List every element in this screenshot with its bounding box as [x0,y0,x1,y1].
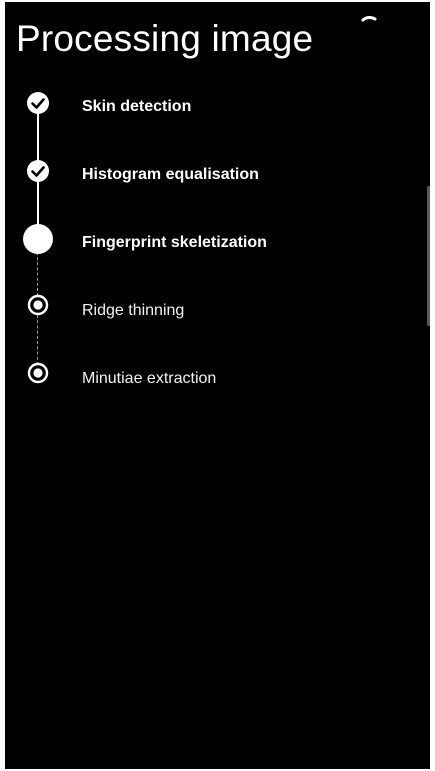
step-label: Fingerprint skeletization [82,234,267,251]
radio-circle-icon [27,294,49,316]
app-screen: Processing image Skin detection Histogra… [5,2,430,769]
step-connector-4 [37,315,38,365]
checkmark-circle-icon [27,92,49,114]
progress-stepper: Skin detection Histogram equalisation Fi… [5,2,430,422]
radio-circle-icon [27,362,49,384]
step-label: Ridge thinning [82,302,185,319]
step-connector-3 [37,252,38,296]
step-connector-2 [37,179,39,227]
filled-circle-icon [23,224,53,254]
step-label: Histogram equalisation [82,166,259,183]
step-label: Skin detection [82,98,192,115]
edge-panel-handle[interactable] [427,186,430,326]
step-label: Minutiae extraction [82,370,217,387]
checkmark-circle-icon [27,160,49,182]
